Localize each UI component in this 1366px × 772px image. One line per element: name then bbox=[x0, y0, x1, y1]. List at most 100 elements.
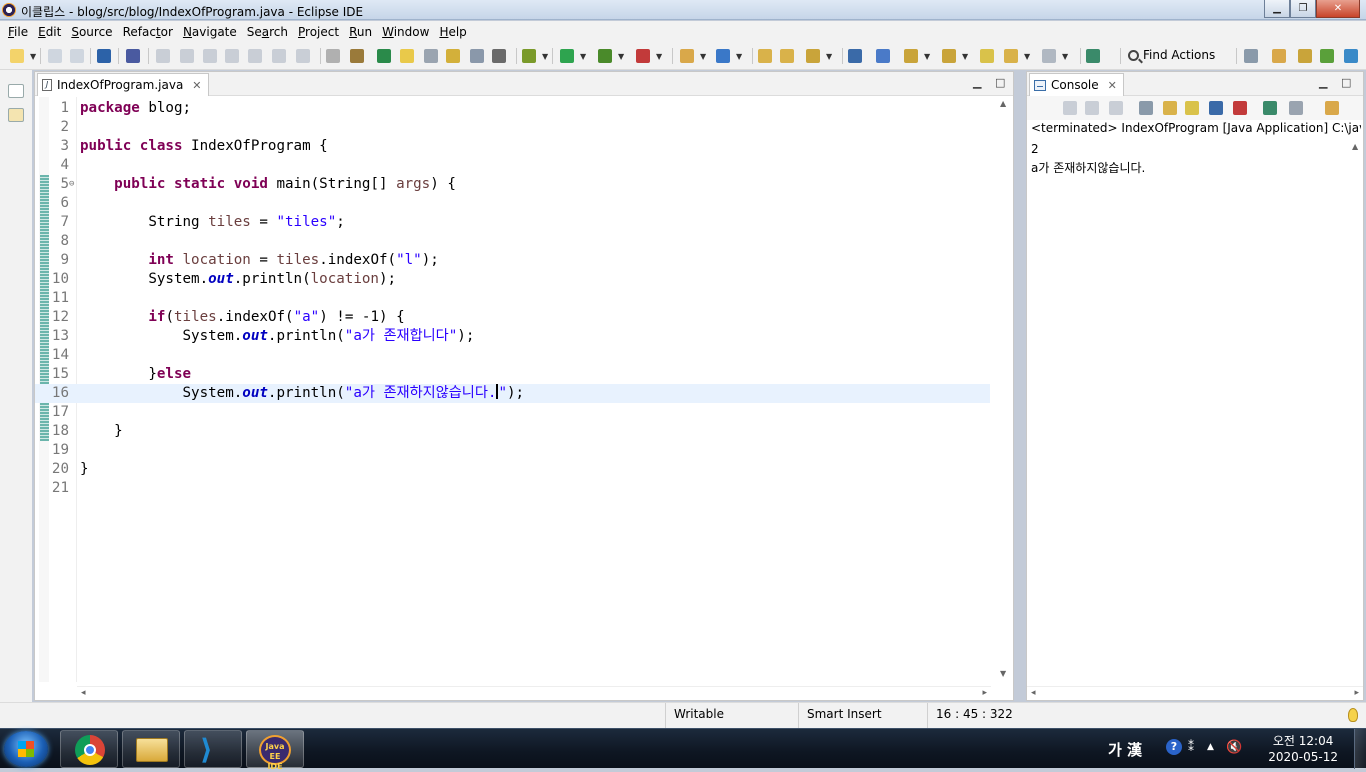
dropdown-arrow-icon[interactable]: ▼ bbox=[700, 52, 706, 61]
explorer-taskbar-button[interactable] bbox=[122, 730, 180, 768]
ime-indicator[interactable]: 가 漢 bbox=[1108, 739, 1142, 760]
tab-indexofprogram-java[interactable]: J IndexOfProgram.java ✕ bbox=[37, 73, 209, 96]
code-line[interactable]: 20} bbox=[35, 460, 990, 479]
console-vertical-scrollbar[interactable]: ▲ bbox=[1349, 140, 1363, 686]
editor-vertical-scrollbar[interactable]: ▲ ▼ bbox=[997, 97, 1013, 682]
minimize-icon[interactable]: ▁ bbox=[973, 76, 981, 89]
code-line[interactable]: 21 bbox=[35, 479, 990, 498]
skip-breakpoints-icon[interactable] bbox=[126, 49, 140, 63]
menu-item[interactable]: Search bbox=[242, 25, 293, 39]
dropdown-arrow-icon[interactable]: ▼ bbox=[1062, 52, 1068, 61]
code-line[interactable]: 9 int location = tiles.indexOf("l"); bbox=[35, 251, 990, 270]
search-toolbar-icon[interactable] bbox=[806, 49, 820, 63]
dropdown-arrow-icon[interactable]: ▼ bbox=[962, 52, 968, 61]
forward-icon[interactable] bbox=[1042, 49, 1056, 63]
minimize-icon[interactable]: ▁ bbox=[1319, 76, 1327, 89]
terminate-icon[interactable] bbox=[1063, 101, 1077, 115]
code-line[interactable]: 3 public class IndexOfProgram { bbox=[35, 137, 990, 156]
resume-icon[interactable] bbox=[156, 49, 170, 63]
block-select-icon[interactable] bbox=[424, 49, 438, 63]
pilcrow-icon[interactable] bbox=[492, 49, 506, 63]
use-step-filters-icon[interactable] bbox=[350, 49, 364, 63]
code-line[interactable]: 12 if(tiles.indexOf("a") != -1) { bbox=[35, 308, 990, 327]
disconnect-icon[interactable] bbox=[225, 49, 239, 63]
code-line[interactable]: 19 bbox=[35, 441, 990, 460]
ime-options-icon[interactable]: ⁑ bbox=[1188, 740, 1194, 754]
volume-muted-icon[interactable]: 🔇 bbox=[1226, 740, 1242, 755]
code-line[interactable]: 7 String tiles = "tiles"; bbox=[35, 213, 990, 232]
word-wrap-icon[interactable] bbox=[1163, 101, 1177, 115]
new-java-project-icon[interactable] bbox=[680, 49, 694, 63]
run-icon[interactable] bbox=[560, 49, 574, 63]
drop-to-frame-icon[interactable] bbox=[326, 49, 340, 63]
code-line[interactable]: 5 ⊖ public static void main(String[] args… bbox=[35, 175, 990, 194]
fold-toggle-icon[interactable]: ⊖ bbox=[69, 175, 74, 194]
remove-all-icon[interactable] bbox=[1109, 101, 1123, 115]
back-icon[interactable] bbox=[1004, 49, 1018, 63]
terminal-icon[interactable] bbox=[97, 49, 111, 63]
scroll-up-icon[interactable]: ▲ bbox=[1352, 142, 1358, 151]
code-line[interactable]: 17 bbox=[35, 403, 990, 422]
dropdown-arrow-icon[interactable]: ▼ bbox=[656, 52, 662, 61]
code-line[interactable]: 15 }else bbox=[35, 365, 990, 384]
scroll-left-icon[interactable]: ◂ bbox=[1031, 688, 1036, 698]
save-icon[interactable] bbox=[48, 49, 62, 63]
pin-editor-icon[interactable] bbox=[1086, 49, 1100, 63]
open-console-icon[interactable] bbox=[1325, 101, 1339, 115]
step-over-icon[interactable] bbox=[272, 49, 286, 63]
pin-console-icon[interactable] bbox=[1263, 101, 1277, 115]
start-button[interactable] bbox=[4, 731, 48, 767]
new-file-icon[interactable] bbox=[10, 49, 24, 63]
maximize-icon[interactable]: □ bbox=[1341, 76, 1351, 89]
prev-annotation-icon[interactable] bbox=[942, 49, 956, 63]
vscode-taskbar-button[interactable]: ⟩ bbox=[184, 730, 242, 768]
save-all-icon[interactable] bbox=[70, 49, 84, 63]
dropdown-arrow-icon[interactable]: ▼ bbox=[580, 52, 586, 61]
debug-perspective-icon[interactable] bbox=[1320, 49, 1334, 63]
dropdown-arrow-icon[interactable]: ▼ bbox=[618, 52, 624, 61]
external-tools-icon[interactable] bbox=[636, 49, 650, 63]
new-class-icon[interactable] bbox=[716, 49, 730, 63]
scroll-down-icon[interactable]: ▼ bbox=[1000, 669, 1006, 678]
step-into-icon[interactable] bbox=[248, 49, 262, 63]
suspend-icon[interactable] bbox=[180, 49, 194, 63]
maximize-button[interactable]: ❐ bbox=[1290, 0, 1316, 18]
show-stderr-icon[interactable] bbox=[1233, 101, 1247, 115]
code-line[interactable]: 16 System.out.println("a가 존재하지않습니다. "); bbox=[35, 384, 990, 403]
close-tab-icon[interactable]: ✕ bbox=[192, 79, 201, 92]
code-line[interactable]: 18 } bbox=[35, 422, 990, 441]
show-stdout-icon[interactable] bbox=[1209, 101, 1223, 115]
menu-item[interactable]: Navigate bbox=[178, 25, 242, 39]
maximize-icon[interactable]: □ bbox=[995, 76, 1005, 89]
java-ee-perspective-icon[interactable] bbox=[1272, 49, 1286, 63]
code-line[interactable]: 6 bbox=[35, 194, 990, 213]
chrome-taskbar-button[interactable] bbox=[60, 730, 118, 768]
display-console-icon[interactable] bbox=[1289, 101, 1303, 115]
code-line[interactable]: 2 bbox=[35, 118, 990, 137]
console-output[interactable]: 2 a가 존재하지않습니다. bbox=[1031, 140, 1347, 178]
dropdown-arrow-icon[interactable]: ▼ bbox=[924, 52, 930, 61]
next-annotation-icon[interactable] bbox=[904, 49, 918, 63]
menu-item[interactable]: Edit bbox=[33, 25, 66, 39]
dropdown-arrow-icon[interactable]: ▼ bbox=[1024, 52, 1030, 61]
show-desktop-button[interactable] bbox=[1354, 729, 1366, 769]
editor-horizontal-scrollbar[interactable]: ◂ ▸ bbox=[77, 686, 991, 700]
last-edit-icon[interactable] bbox=[980, 49, 994, 63]
menu-item[interactable]: Help bbox=[434, 25, 471, 39]
show-on-output-icon[interactable] bbox=[1185, 101, 1199, 115]
code-line[interactable]: 8 bbox=[35, 232, 990, 251]
code-line[interactable]: 13 System.out.println("a가 존재합니다"); bbox=[35, 327, 990, 346]
console-horizontal-scrollbar[interactable]: ◂ ▸ bbox=[1027, 686, 1363, 700]
lightbulb-icon[interactable] bbox=[1348, 708, 1358, 722]
open-task-icon[interactable] bbox=[780, 49, 794, 63]
find-actions-button[interactable]: Find Actions bbox=[1128, 48, 1215, 62]
code-line[interactable]: 10 System.out.println(location); bbox=[35, 270, 990, 289]
remove-launch-icon[interactable] bbox=[1085, 101, 1099, 115]
debug-icon[interactable] bbox=[522, 49, 536, 63]
tab-console[interactable]: Console ✕ bbox=[1029, 73, 1124, 96]
code-line[interactable]: 1 package blog; bbox=[35, 99, 990, 118]
coverage-icon[interactable] bbox=[598, 49, 612, 63]
menu-item[interactable]: Project bbox=[293, 25, 344, 39]
scroll-up-icon[interactable]: ▲ bbox=[1000, 99, 1006, 108]
code-editor[interactable]: 1 package blog; 2 3 public class IndexOfProg… bbox=[35, 99, 990, 682]
